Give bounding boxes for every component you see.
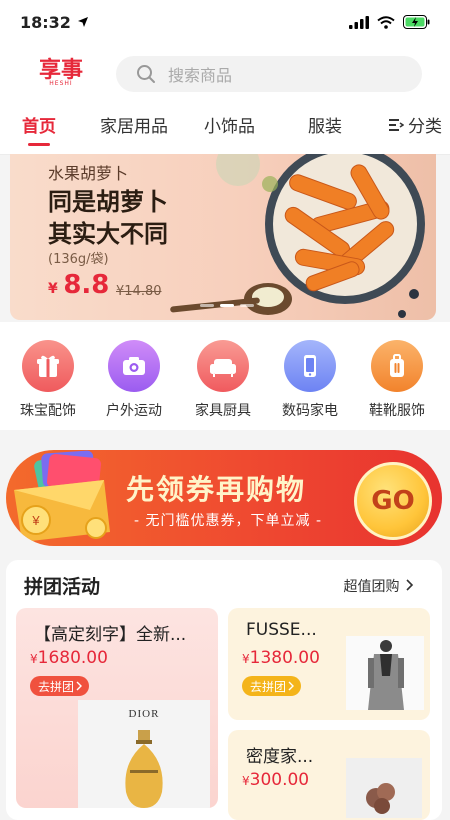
- search-placeholder: 搜索商品: [168, 66, 233, 85]
- price-value: 1380.00: [249, 648, 320, 668]
- phone-icon: [284, 340, 336, 392]
- price-currency: ¥: [242, 652, 250, 666]
- price-value: 1680.00: [37, 648, 108, 668]
- product-name: 密度家...: [246, 747, 314, 767]
- wifi-icon: [377, 15, 395, 29]
- list-icon: [389, 118, 404, 131]
- category-shoes[interactable]: 鞋靴服饰: [352, 340, 442, 420]
- join-group-button[interactable]: 去拼团: [242, 676, 302, 696]
- banner-title-line2: 其实大不同: [48, 220, 168, 248]
- category-label: 珠宝配饰: [20, 403, 76, 419]
- product-card[interactable]: FUSSE... ¥1380.00 去拼团: [228, 608, 430, 720]
- go-button[interactable]: GO: [354, 462, 432, 540]
- coupon-subtitle: - 无门槛优惠券，下单立减 -: [134, 513, 323, 529]
- product-name: FUSSE...: [246, 620, 317, 640]
- gift-icon: [22, 340, 74, 392]
- join-group-label: 去拼团: [38, 679, 75, 694]
- group-buy-section: 拼团活动 超值团购 【高定刻字】全新... ¥1680.00 去拼团 DIOR …: [6, 560, 442, 820]
- more-link[interactable]: 超值团购: [344, 576, 414, 596]
- banner-price-value: 8.8: [63, 270, 110, 300]
- section-title: 拼团活动: [24, 576, 101, 598]
- chevron-right-icon: [288, 681, 295, 691]
- price-value: 300.00: [249, 770, 310, 790]
- banner-subtitle: 水果胡萝卜: [48, 164, 129, 183]
- tab-accessories[interactable]: 小饰品: [204, 112, 255, 137]
- coupon-title: 先领券再购物: [126, 473, 307, 506]
- product-card[interactable]: 【高定刻字】全新... ¥1680.00 去拼团 DIOR: [16, 608, 218, 808]
- coat-model-image: [346, 636, 424, 710]
- camera-icon: [108, 340, 160, 392]
- banner-old-price: ¥14.80: [116, 284, 162, 299]
- product-image: [346, 636, 424, 710]
- join-group-label: 去拼团: [250, 679, 287, 694]
- tab-category-label: 分类: [408, 117, 442, 137]
- banner-pagination: [200, 304, 254, 307]
- banner-price-currency: ¥: [48, 281, 58, 297]
- category-label: 户外运动: [106, 403, 162, 419]
- product-price: ¥1380.00: [242, 648, 320, 668]
- search-icon: [137, 65, 155, 83]
- category-furniture[interactable]: 家具厨具: [178, 340, 268, 420]
- banner-weight: (136g/袋): [48, 252, 109, 267]
- tab-active-indicator: [28, 143, 50, 146]
- product-name: 【高定刻字】全新...: [34, 625, 187, 645]
- luggage-icon: [371, 340, 423, 392]
- price-currency: ¥: [242, 774, 250, 788]
- battery-charging-icon: [403, 15, 430, 29]
- chevron-right-icon: [406, 579, 414, 591]
- banner-dot[interactable]: [240, 304, 254, 307]
- coupon-banner[interactable]: ¥ 先领券再购物 - 无门槛优惠券，下单立减 - GO: [6, 450, 442, 546]
- dried-flower-image: [346, 758, 422, 818]
- tab-clothing[interactable]: 服装: [308, 112, 342, 137]
- product-image: DIOR: [78, 700, 210, 808]
- promo-banner[interactable]: 水果胡萝卜 同是胡萝卜 其实大不同 (136g/袋) ¥ 8.8 ¥14.80: [10, 154, 436, 320]
- svg-text:¥: ¥: [31, 513, 40, 528]
- category-label: 鞋靴服饰: [369, 403, 425, 419]
- chevron-right-icon: [76, 681, 83, 691]
- header: 享事 HESHI 搜索商品: [0, 44, 450, 102]
- category-tabs: 首页 家居用品 小饰品 服装 分类: [0, 102, 450, 155]
- banner-price: ¥ 8.8: [48, 270, 109, 300]
- price-currency: ¥: [30, 652, 38, 666]
- tab-home-goods[interactable]: 家居用品: [100, 112, 168, 137]
- category-outdoor[interactable]: 户外运动: [89, 340, 179, 420]
- banner-dot-active[interactable]: [220, 304, 234, 307]
- category-label: 家具厨具: [195, 403, 251, 419]
- status-left: 18:32: [20, 13, 89, 32]
- logo[interactable]: 享事 HESHI: [34, 55, 88, 91]
- category-label: 数码家电: [282, 403, 338, 419]
- wallet-coupon-icon: ¥: [14, 450, 110, 542]
- perfume-bottle-image: [125, 730, 163, 808]
- status-bar: 18:32: [0, 0, 450, 44]
- product-image: [346, 758, 422, 818]
- logo-subtext: HESHI: [49, 79, 73, 87]
- category-grid: 珠宝配饰 户外运动 家具厨具 数码家电 鞋靴服饰: [0, 322, 450, 430]
- join-group-button[interactable]: 去拼团: [30, 676, 90, 696]
- tab-home[interactable]: 首页: [22, 112, 56, 137]
- category-jewelry[interactable]: 珠宝配饰: [3, 340, 93, 420]
- status-time: 18:32: [20, 12, 71, 32]
- status-right: [349, 15, 430, 29]
- banner-title-line1: 同是胡萝卜: [48, 188, 168, 216]
- search-input[interactable]: 搜索商品: [116, 56, 422, 92]
- banner-dot[interactable]: [200, 304, 214, 307]
- signal-icon: [349, 15, 369, 29]
- sofa-icon: [197, 340, 249, 392]
- more-link-label: 超值团购: [343, 579, 400, 595]
- product-price: ¥300.00: [242, 770, 309, 790]
- banner-title: 同是胡萝卜 其实大不同: [48, 186, 168, 250]
- tab-category[interactable]: 分类: [388, 112, 442, 137]
- category-digital[interactable]: 数码家电: [265, 340, 355, 420]
- product-price: ¥1680.00: [30, 648, 108, 668]
- logo-text: 享事: [38, 57, 83, 83]
- location-arrow-icon: [77, 17, 88, 27]
- product-card[interactable]: 密度家... ¥300.00: [228, 730, 430, 820]
